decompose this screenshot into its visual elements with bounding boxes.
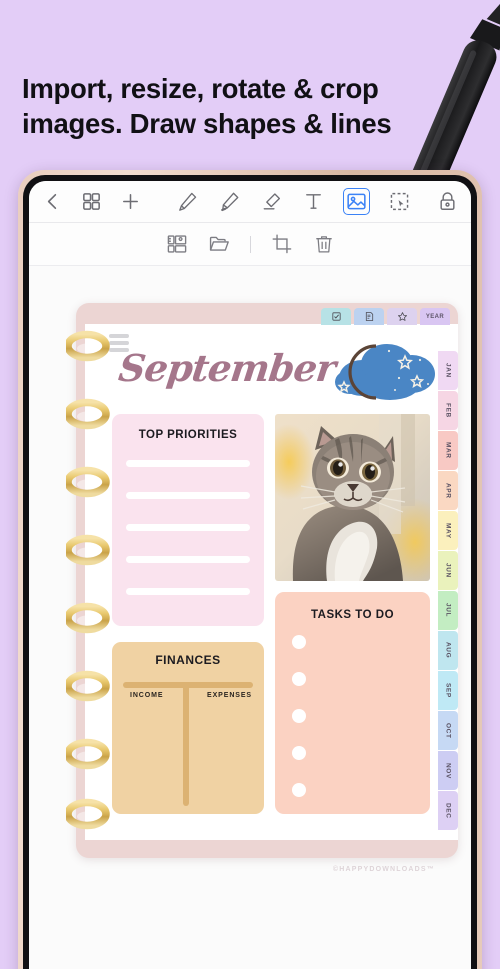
card-tasks-to-do[interactable]: TASKS TO DO <box>275 592 430 814</box>
crop-icon[interactable] <box>271 233 293 255</box>
hamburger-icon[interactable] <box>109 334 129 355</box>
tasks-title: TASKS TO DO <box>310 609 395 621</box>
tablet-bezel: YEAR JAN FEB MAR APR MAY JUN JUL AUG SEP <box>23 175 477 969</box>
trash-icon[interactable] <box>313 233 335 255</box>
eraser-icon[interactable] <box>260 190 283 213</box>
folder-icon[interactable] <box>208 233 230 255</box>
finances-divider-vertical <box>183 682 189 806</box>
priority-line[interactable] <box>126 524 250 531</box>
planner-page: JAN FEB MAR APR MAY JUN JUL AUG SEP OCT … <box>85 324 458 840</box>
month-tab-aug[interactable]: AUG <box>438 631 458 670</box>
month-tab-jul[interactable]: JUL <box>438 591 458 630</box>
task-checkbox[interactable] <box>292 635 306 649</box>
month-tab-nov[interactable]: NOV <box>438 751 458 790</box>
priority-line[interactable] <box>126 556 250 563</box>
month-tab-mar[interactable]: MAR <box>438 431 458 470</box>
month-tabs: JAN FEB MAR APR MAY JUN JUL AUG SEP OCT … <box>438 351 458 830</box>
month-tab-may[interactable]: MAY <box>438 511 458 550</box>
month-tab-jan[interactable]: JAN <box>438 351 458 390</box>
priorities-title: TOP PRIORITIES <box>138 429 238 441</box>
task-checkbox[interactable] <box>292 709 306 723</box>
tablet-screen: YEAR JAN FEB MAR APR MAY JUN JUL AUG SEP <box>29 181 471 969</box>
finances-expenses-label: EXPENSES <box>207 692 252 699</box>
lock-icon[interactable] <box>436 190 459 213</box>
month-title: September <box>116 346 338 390</box>
watermark: ©HAPPYDOWNLOADS™ <box>332 866 435 873</box>
priority-line[interactable] <box>126 588 250 595</box>
card-top-priorities[interactable]: TOP PRIORITIES <box>112 414 264 626</box>
tablet-device: YEAR JAN FEB MAR APR MAY JUN JUL AUG SEP <box>18 170 482 969</box>
finances-title: FINANCES <box>155 653 221 667</box>
document-canvas[interactable]: YEAR JAN FEB MAR APR MAY JUN JUL AUG SEP <box>29 266 471 969</box>
page-title: Import, resize, rotate & crop images. Dr… <box>22 72 452 141</box>
headline-line-1: Import, resize, rotate & crop <box>22 73 379 104</box>
tasks-checkboxes <box>275 635 430 797</box>
tab-notes[interactable] <box>354 308 384 325</box>
month-tab-dec[interactable]: DEC <box>438 791 458 830</box>
toolbar-divider <box>249 235 251 253</box>
priorities-lines <box>112 460 264 595</box>
pencil-icon[interactable] <box>176 190 199 213</box>
finances-income-label: INCOME <box>130 692 164 699</box>
lasso-icon[interactable] <box>388 190 411 213</box>
headline-line-2: images. Draw shapes & lines <box>22 107 392 139</box>
task-checkbox[interactable] <box>292 672 306 686</box>
month-tab-apr[interactable]: APR <box>438 471 458 510</box>
month-tab-feb[interactable]: FEB <box>438 391 458 430</box>
inserted-image-cat[interactable] <box>275 414 430 581</box>
card-finances[interactable]: FINANCES INCOME EXPENSES <box>112 642 264 814</box>
month-tab-oct[interactable]: OCT <box>438 711 458 750</box>
grid-icon[interactable] <box>80 190 103 213</box>
spiral-binder-rings <box>66 330 110 830</box>
add-icon[interactable] <box>119 190 142 213</box>
planner-top-tabs: YEAR <box>321 308 450 325</box>
month-tab-sep[interactable]: SEP <box>438 671 458 710</box>
layout-icon[interactable] <box>166 233 188 255</box>
text-icon[interactable] <box>302 190 325 213</box>
planner-document[interactable]: YEAR JAN FEB MAR APR MAY JUN JUL AUG SEP <box>66 303 458 858</box>
main-toolbar <box>29 181 471 223</box>
marker-icon[interactable] <box>218 190 241 213</box>
back-icon[interactable] <box>41 190 64 213</box>
cat-photo <box>275 414 430 581</box>
task-checkbox[interactable] <box>292 746 306 760</box>
month-tab-jun[interactable]: JUN <box>438 551 458 590</box>
task-checkbox[interactable] <box>292 783 306 797</box>
tab-year[interactable]: YEAR <box>420 308 450 325</box>
priority-line[interactable] <box>126 460 250 467</box>
tab-checklist[interactable] <box>321 308 351 325</box>
moon-cloud-icon <box>335 344 435 400</box>
priority-line[interactable] <box>126 492 250 499</box>
image-icon[interactable] <box>343 188 370 215</box>
image-toolbar <box>29 223 471 266</box>
tab-favorites[interactable] <box>387 308 417 325</box>
